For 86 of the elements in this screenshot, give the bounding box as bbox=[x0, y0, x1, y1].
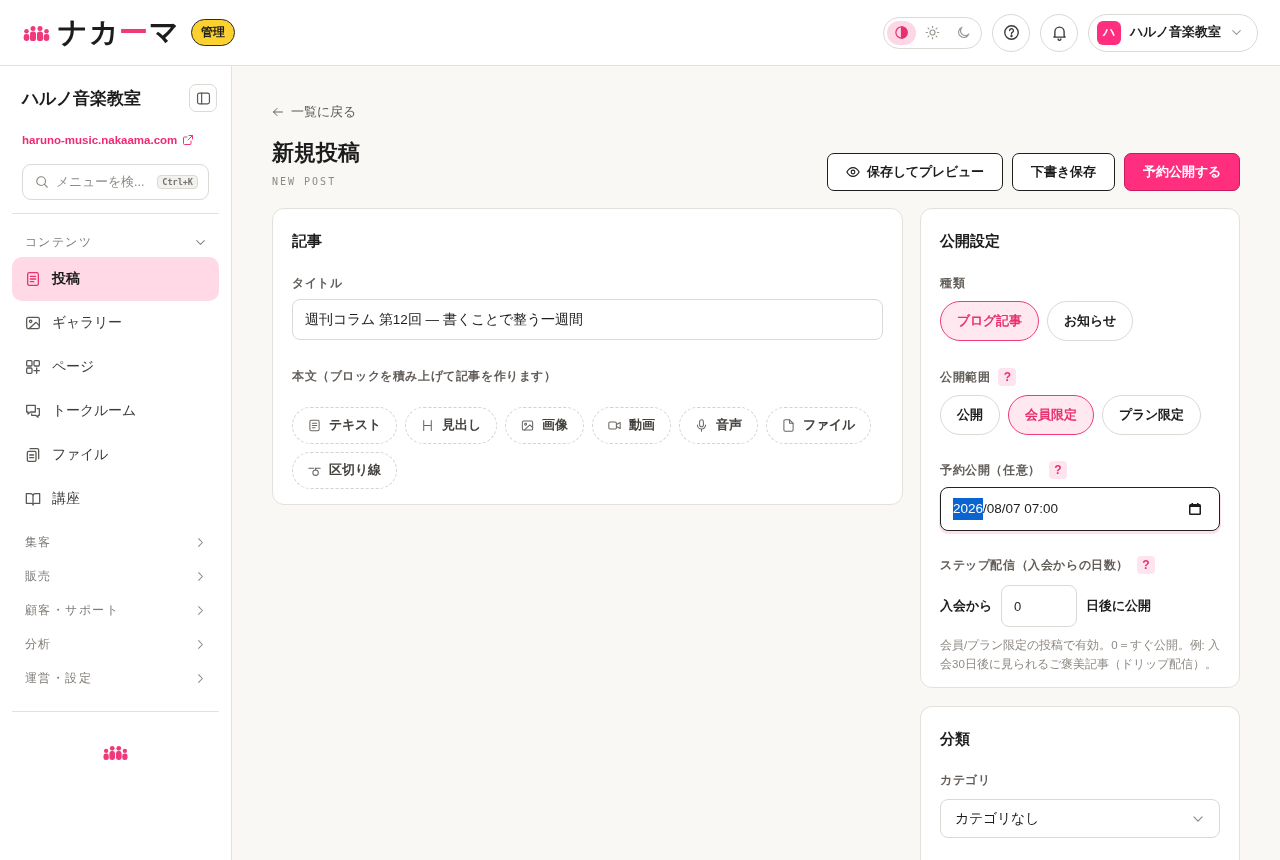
card-title: 分類 bbox=[940, 729, 971, 749]
grid-plus-icon bbox=[25, 359, 41, 375]
sun-icon bbox=[925, 25, 940, 40]
page-title: 新規投稿 bbox=[272, 139, 360, 167]
add-block-button[interactable]: 見出し bbox=[405, 407, 497, 444]
field-label: ステップ配信（入会からの日数） bbox=[940, 557, 1129, 574]
type-option[interactable]: ブログ記事 bbox=[940, 301, 1039, 341]
help-button[interactable] bbox=[992, 13, 1030, 52]
card-title: 記事 bbox=[292, 231, 323, 251]
add-block-button[interactable]: ファイル bbox=[766, 407, 871, 444]
nav-item[interactable]: トークルーム bbox=[12, 389, 219, 433]
section-header[interactable]: 集客 bbox=[12, 525, 219, 559]
help-button[interactable]: ? bbox=[1137, 556, 1155, 574]
section-header[interactable]: コンテンツ bbox=[12, 227, 219, 257]
site-name: ハルノ音楽教室 bbox=[22, 87, 141, 110]
field-label: カテゴリ bbox=[940, 772, 991, 789]
microphone-icon bbox=[695, 419, 708, 432]
add-block-button[interactable]: 動画 bbox=[592, 407, 671, 444]
image-icon bbox=[25, 315, 41, 331]
external-link-icon bbox=[182, 134, 195, 146]
panel-icon bbox=[195, 90, 211, 106]
chat-bubbles-icon bbox=[25, 403, 41, 419]
role-badge: 管理 bbox=[191, 19, 236, 46]
section-header[interactable]: 販売 bbox=[12, 559, 219, 593]
file-icon bbox=[782, 419, 795, 432]
calendar-icon bbox=[1189, 503, 1201, 515]
back-link[interactable]: 一覧に戻る bbox=[272, 104, 356, 120]
section-header[interactable]: 運営・設定 bbox=[12, 661, 219, 695]
field-label: タイトル bbox=[292, 275, 343, 292]
book-icon bbox=[25, 491, 41, 507]
nav-item[interactable]: ファイル bbox=[12, 433, 219, 477]
document-icon bbox=[25, 271, 41, 287]
type-option[interactable]: お知らせ bbox=[1047, 301, 1133, 341]
keyboard-shortcut: Ctrl+K bbox=[157, 175, 198, 189]
files-icon bbox=[25, 447, 41, 463]
notifications-button[interactable] bbox=[1040, 13, 1078, 52]
search-icon bbox=[35, 175, 49, 189]
publish-button[interactable]: 予約公開する bbox=[1124, 153, 1240, 191]
nav-item[interactable]: 投稿 bbox=[12, 257, 219, 301]
nav-item[interactable]: ページ bbox=[12, 345, 219, 389]
field-label: 予約公開（任意） bbox=[940, 462, 1041, 479]
card-title: 公開設定 bbox=[940, 231, 1001, 251]
section-header[interactable]: 分析 bbox=[12, 627, 219, 661]
save-draft-button[interactable]: 下書き保存 bbox=[1012, 153, 1115, 191]
section-header[interactable]: 顧客・サポート bbox=[12, 593, 219, 627]
add-block-button[interactable]: 音声 bbox=[679, 407, 758, 444]
help-button[interactable]: ? bbox=[1048, 461, 1067, 479]
nav-item[interactable]: 講座 bbox=[12, 477, 219, 521]
add-block-button[interactable]: 区切り線 bbox=[292, 452, 397, 489]
add-block-button[interactable]: 画像 bbox=[505, 407, 584, 444]
visibility-option[interactable]: 会員限定 bbox=[1008, 395, 1094, 435]
search-input[interactable]: メニューを検... bbox=[56, 172, 151, 192]
preview-button[interactable]: 保存してプレビュー bbox=[827, 153, 1003, 191]
nav-item[interactable]: ギャラリー bbox=[12, 301, 219, 345]
arrow-left-icon bbox=[272, 106, 284, 118]
title-input[interactable]: 週刊コラム 第12回 — 書くことで整う一週間 bbox=[292, 299, 883, 340]
step-prefix-label: 入会から bbox=[940, 597, 992, 615]
people-icon bbox=[22, 24, 51, 41]
text-lines-icon bbox=[308, 419, 321, 432]
image-icon bbox=[521, 419, 534, 432]
visibility-option[interactable]: 公開 bbox=[940, 395, 1000, 435]
add-block-button[interactable]: テキスト bbox=[292, 407, 397, 444]
days-input[interactable]: 0 bbox=[1001, 585, 1077, 627]
auto-theme-button[interactable] bbox=[887, 20, 916, 45]
field-label: 本文（ブロックを積み上げて記事を作ります） bbox=[292, 368, 557, 385]
heading-icon bbox=[421, 419, 434, 432]
step-suffix-label: 日後に公開 bbox=[1086, 597, 1151, 615]
sidebar-toggle-button[interactable] bbox=[189, 84, 217, 112]
search-field[interactable]: メニューを検... Ctrl+K bbox=[22, 164, 209, 200]
moon-icon bbox=[956, 25, 971, 40]
help-text: 会員/プラン限定の投稿で有効。0＝すぐ公開。例: 入会30日後に見られるご褒美記事（ドリップ配信）。 bbox=[940, 638, 1220, 672]
bell-icon bbox=[1050, 24, 1068, 41]
help-icon bbox=[1002, 24, 1020, 41]
visibility-option[interactable]: プラン限定 bbox=[1102, 395, 1201, 435]
account-avatar: ハ bbox=[1097, 20, 1121, 45]
field-label: 種類 bbox=[940, 275, 966, 292]
video-camera-icon bbox=[608, 419, 621, 432]
page-subtitle: NEW POST bbox=[272, 175, 338, 189]
site-link[interactable]: haruno-music.nakaama.com bbox=[22, 132, 195, 148]
field-label: 公開範囲 bbox=[940, 369, 991, 386]
contrast-icon bbox=[894, 25, 909, 40]
people-icon bbox=[102, 745, 129, 760]
logo-text: ナカ ーマ bbox=[58, 18, 180, 47]
account-menu-button[interactable]: ハ ハルノ音楽教室 bbox=[1088, 13, 1258, 52]
category-select[interactable]: カテゴリなし bbox=[940, 799, 1220, 838]
eye-icon bbox=[846, 165, 860, 179]
